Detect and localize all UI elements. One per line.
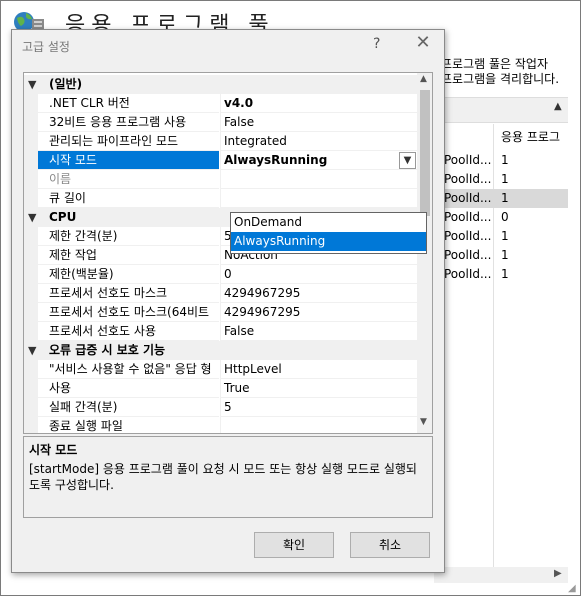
pool-list-row[interactable]: PoolId... 1 — [434, 151, 568, 170]
advanced-settings-dialog: 고급 설정 ? ✕ ▼ (일반) .NET CLR 버전 v4.0 32비트 응… — [11, 29, 445, 573]
property-row-clr-version[interactable]: .NET CLR 버전 v4.0 — [24, 94, 417, 113]
scroll-down-icon[interactable]: ▼ — [420, 417, 427, 427]
dropdown-option-alwaysrunning[interactable]: AlwaysRunning — [231, 232, 426, 251]
column-header-apps[interactable]: 응용 프로그 — [501, 128, 560, 145]
property-row-failure-interval[interactable]: 실패 간격(분) 5 — [24, 398, 417, 417]
chevron-down-icon[interactable]: ▼ — [28, 75, 36, 94]
property-row-affinity-enabled[interactable]: 프로세서 선호도 사용 False — [24, 322, 417, 341]
pool-list-row[interactable]: PoolId... 1 — [434, 170, 568, 189]
resize-grip-icon[interactable]: ◢ — [568, 583, 580, 595]
property-row-enable32bit[interactable]: 32비트 응용 프로그램 사용 False — [24, 113, 417, 132]
description-panel: 시작 모드 [startMode] 응용 프로그램 풀이 요청 시 모드 또는 … — [23, 436, 433, 518]
chevron-down-icon[interactable]: ▼ — [399, 152, 416, 169]
description-text: [startMode] 응용 프로그램 풀이 요청 시 모드 또는 항상 실행 … — [29, 462, 417, 492]
list-toolbar — [434, 97, 568, 123]
dropdown-option-ondemand[interactable]: OnDemand — [231, 213, 426, 232]
dialog-title: 고급 설정 — [22, 40, 70, 54]
cancel-button[interactable]: 취소 — [350, 532, 430, 558]
property-row-queue-length[interactable]: 큐 길이 — [24, 189, 417, 208]
property-row-shutdown-exe[interactable]: 종료 실행 파일 — [24, 417, 417, 433]
pool-list-row[interactable]: PoolId... 0 — [434, 208, 568, 227]
chevron-down-icon[interactable]: ▼ — [28, 341, 36, 360]
help-button[interactable]: ? — [373, 36, 380, 52]
ok-button[interactable]: 확인 — [254, 532, 334, 558]
property-row-affinity-mask-64[interactable]: 프로세서 선호도 마스크(64비트 4294967295 — [24, 303, 417, 322]
property-row-start-mode[interactable]: 시작 모드 AlwaysRunning ▼ — [24, 151, 417, 170]
page-description: 프로그램 풀은 작업자 프로그램을 격리합니다. — [441, 57, 560, 86]
property-row-name[interactable]: 이름 — [24, 170, 417, 189]
property-row-service-unavailable[interactable]: "서비스 사용할 수 없음" 응답 형 HttpLevel — [24, 360, 417, 379]
scroll-right-icon[interactable]: ▶ — [554, 568, 562, 579]
chevron-down-icon[interactable]: ▼ — [28, 208, 36, 227]
property-row-rapid-fail-enabled[interactable]: 사용 True — [24, 379, 417, 398]
start-mode-select[interactable]: AlwaysRunning — [220, 151, 417, 170]
pool-list-row[interactable]: PoolId... 1 — [434, 246, 568, 265]
scroll-up-icon[interactable]: ▲ — [554, 101, 562, 112]
start-mode-dropdown: OnDemand AlwaysRunning — [230, 212, 427, 254]
scroll-up-icon[interactable]: ▲ — [420, 74, 427, 84]
category-general[interactable]: ▼ (일반) — [24, 75, 417, 94]
pool-list-row[interactable]: PoolId... 1 — [434, 189, 568, 208]
property-row-affinity-mask[interactable]: 프로세서 선호도 마스크 4294967295 — [24, 284, 417, 303]
pool-list-row[interactable]: PoolId... 1 — [434, 265, 568, 284]
property-grid: ▼ (일반) .NET CLR 버전 v4.0 32비트 응용 프로그램 사용 … — [23, 72, 433, 434]
pool-list-row[interactable]: PoolId... 1 — [434, 227, 568, 246]
description-title: 시작 모드 — [29, 443, 78, 457]
horizontal-scrollbar[interactable] — [434, 567, 568, 583]
property-row-pipeline-mode[interactable]: 관리되는 파이프라인 모드 Integrated — [24, 132, 417, 151]
category-rapid-fail[interactable]: ▼ 오류 급증 시 보호 기능 — [24, 341, 417, 360]
scrollbar-thumb[interactable] — [420, 90, 430, 216]
property-row-cpu-limit[interactable]: 제한(백분율) 0 — [24, 265, 417, 284]
close-button[interactable]: ✕ — [412, 32, 434, 54]
